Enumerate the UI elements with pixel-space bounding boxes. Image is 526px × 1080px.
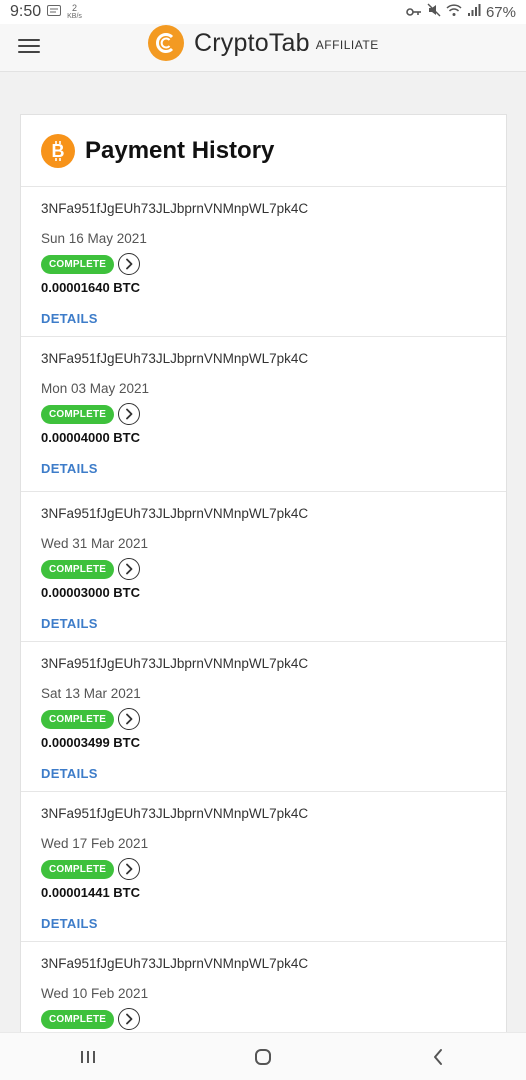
payment-date: Mon 03 May 2021 [41,381,150,396]
navigation-bar [0,1032,526,1080]
status-badge: COMPLETE [41,254,115,274]
status-badge: COMPLETE [41,709,115,729]
payment-item: 3NFa951fJgEUh73JLJbprnVNMnpWL7pk4C Mon 0… [21,337,506,492]
payment-date: Wed 17 Feb 2021 [41,836,149,851]
status-bar: 9:50 2 KB/s 67% [0,0,526,24]
status-badge: COMPLETE [41,404,115,424]
bitcoin-icon: B [41,133,75,168]
payment-address: 3NFa951fJgEUh73JLJbprnVNMnpWL7pk4C [41,656,309,671]
card-header: B Payment History [21,115,506,187]
payment-item: 3NFa951fJgEUh73JLJbprnVNMnpWL7pk4C Wed 3… [21,492,506,642]
page-title: Payment History [85,136,275,164]
app-bar: CryptoTab AFFILIATE [0,24,526,72]
menu-line [18,45,40,47]
details-link[interactable]: DETAILS [41,766,98,781]
payment-history-card: B Payment History 3NFa951fJgEUh73JLJbprn… [20,114,507,1044]
battery-percentage: 67% [485,3,516,21]
payment-amount: 0.00003000 BTC [41,585,141,600]
payment-address: 3NFa951fJgEUh73JLJbprnVNMnpWL7pk4C [41,806,309,821]
svg-text:B: B [52,141,65,161]
payment-status-row: COMPLETE [41,253,486,275]
signal-icon [467,3,481,21]
payment-amount: 0.00001441 BTC [41,885,141,900]
payment-address: 3NFa951fJgEUh73JLJbprnVNMnpWL7pk4C [41,956,309,971]
chevron-right-icon[interactable] [118,403,141,425]
chevron-right-icon[interactable] [118,708,141,730]
status-right: 67% [406,3,516,21]
payment-address: 3NFa951fJgEUh73JLJbprnVNMnpWL7pk4C [41,351,309,366]
cryptotab-logo-icon [148,25,184,61]
home-button[interactable] [243,1037,283,1077]
recent-apps-button[interactable] [68,1037,108,1077]
payment-status-row: COMPLETE [41,858,486,880]
payment-date: Wed 31 Mar 2021 [41,536,149,551]
chevron-right-icon[interactable] [118,558,141,580]
menu-button[interactable] [18,36,40,56]
network-speed-unit: KB/s [67,13,82,20]
payment-status-row: COMPLETE [41,1008,486,1030]
menu-line [18,51,40,53]
payment-date: Sat 13 Mar 2021 [41,686,141,701]
payment-item: 3NFa951fJgEUh73JLJbprnVNMnpWL7pk4C Sat 1… [21,642,506,792]
status-badge: COMPLETE [41,1009,115,1029]
details-link[interactable]: DETAILS [41,616,98,631]
status-left: 9:50 2 KB/s [10,3,82,21]
status-time: 9:50 [10,3,42,20]
payment-status-row: COMPLETE [41,403,486,425]
menu-line [18,39,40,41]
message-icon [47,3,62,21]
chevron-right-icon[interactable] [118,858,141,880]
payment-address: 3NFa951fJgEUh73JLJbprnVNMnpWL7pk4C [41,201,309,216]
payment-amount: 0.00001640 BTC [41,280,141,295]
network-speed-value: 2 [72,3,78,13]
payment-item: 3NFa951fJgEUh73JLJbprnVNMnpWL7pk4C Wed 1… [21,942,506,1043]
details-link[interactable]: DETAILS [41,916,98,931]
vpn-key-icon [406,4,422,21]
payment-amount: 0.00003499 BTC [41,735,141,750]
payment-status-row: COMPLETE [41,558,486,580]
details-link[interactable]: DETAILS [41,461,98,476]
payment-address: 3NFa951fJgEUh73JLJbprnVNMnpWL7pk4C [41,506,309,521]
payment-amount: 0.00004000 BTC [41,430,141,445]
status-badge: COMPLETE [41,859,115,879]
payment-date: Wed 10 Feb 2021 [41,986,149,1001]
network-speed: 2 KB/s [67,3,82,21]
payment-item: 3NFa951fJgEUh73JLJbprnVNMnpWL7pk4C Wed 1… [21,792,506,942]
details-link[interactable]: DETAILS [41,311,98,326]
brand-suffix: AFFILIATE [315,38,379,52]
chevron-right-icon[interactable] [118,1008,141,1030]
brand[interactable]: CryptoTab AFFILIATE [148,24,379,62]
payment-status-row: COMPLETE [41,708,486,730]
back-button[interactable] [418,1037,458,1077]
chevron-right-icon[interactable] [118,253,141,275]
wifi-icon [446,3,462,21]
payment-date: Sun 16 May 2021 [41,231,147,246]
status-badge: COMPLETE [41,559,115,579]
payment-item: 3NFa951fJgEUh73JLJbprnVNMnpWL7pk4C Sun 1… [21,187,506,337]
brand-name: CryptoTab [194,28,310,57]
mute-icon [427,3,441,21]
